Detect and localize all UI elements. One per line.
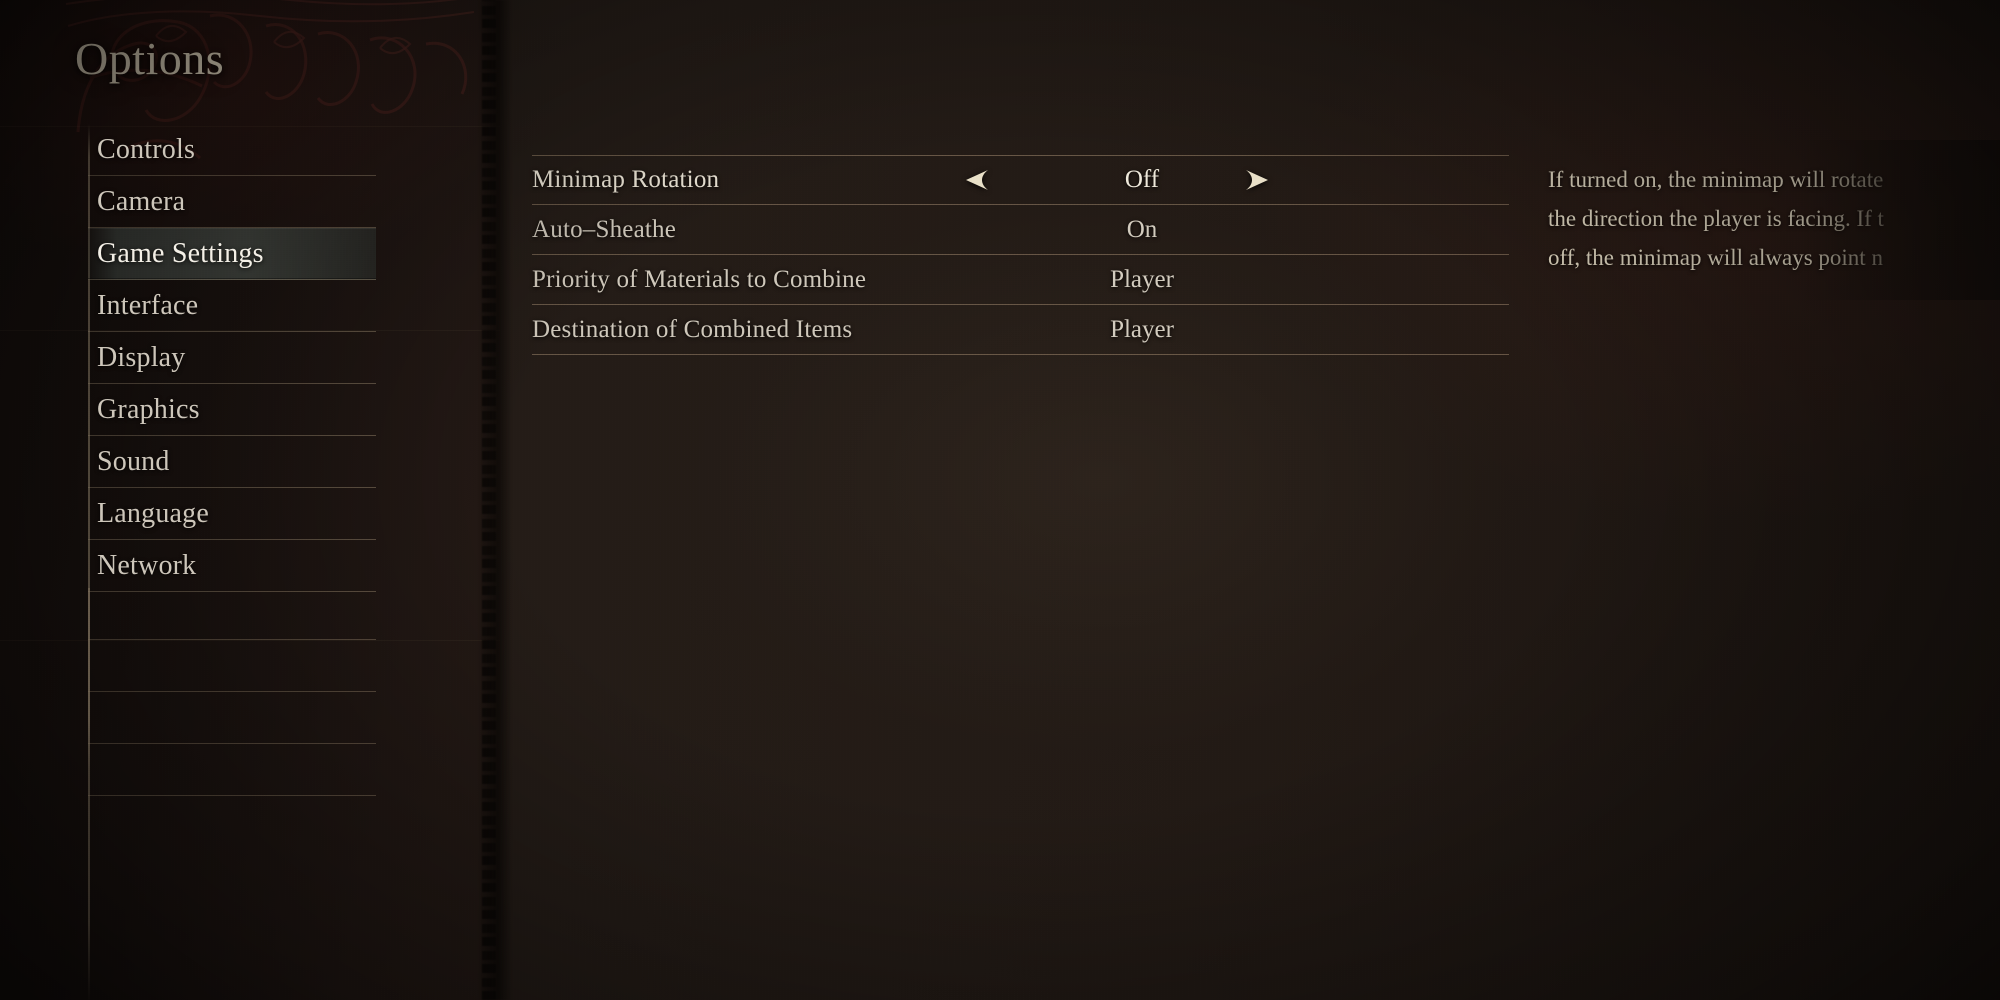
sidebar-empty-row (88, 588, 376, 640)
torn-parchment-edge (478, 0, 512, 1000)
sidebar-empty-rows (88, 588, 376, 796)
setting-value: Player (1110, 315, 1174, 343)
setting-row-priority-of-materials-to-combine[interactable]: Priority of Materials to Combine Player (532, 255, 1509, 305)
sidebar-empty-row (88, 692, 376, 744)
setting-label: Destination of Combined Items (532, 315, 853, 343)
options-screen: Options Controls Camera Game Settings In… (0, 0, 2000, 1000)
sidebar-empty-row (88, 640, 376, 692)
setting-row-auto-sheathe[interactable]: Auto–Sheathe On (532, 205, 1509, 255)
sidebar-item-label: Controls (97, 133, 196, 165)
sidebar-item-label: Network (97, 549, 197, 581)
sidebar-item-sound[interactable]: Sound (88, 436, 376, 488)
sidebar-item-network[interactable]: Network (88, 540, 376, 592)
sidebar-item-interface[interactable]: Interface (88, 280, 376, 332)
page-title: Options (75, 33, 225, 84)
setting-value: On (1126, 215, 1158, 243)
setting-label: Minimap Rotation (532, 166, 720, 193)
description-line: the direction the player is facing. If t (1548, 206, 1884, 231)
description-line: off, the minimap will always point n (1548, 245, 1883, 270)
sidebar-item-display[interactable]: Display (88, 332, 376, 384)
sidebar-item-label: Game Settings (97, 237, 264, 269)
sidebar-item-label: Sound (97, 445, 170, 477)
sidebar-item-language[interactable]: Language (88, 488, 376, 540)
setting-row-minimap-rotation[interactable]: Minimap Rotation Off (532, 155, 1509, 205)
sidebar-item-label: Language (97, 497, 209, 529)
sidebar-item-label: Graphics (97, 393, 200, 425)
setting-value: Player (1110, 265, 1174, 293)
sidebar-item-camera[interactable]: Camera (88, 176, 376, 228)
triangle-right-icon[interactable] (1244, 169, 1270, 191)
setting-value: Off (1124, 166, 1160, 193)
sidebar-item-controls[interactable]: Controls (88, 124, 376, 176)
settings-list: Minimap Rotation Off Auto–Sheathe On Pri… (532, 155, 1509, 355)
description-line: If turned on, the minimap will rotate (1548, 167, 1884, 192)
setting-label: Auto–Sheathe (532, 215, 677, 243)
sidebar-item-game-settings[interactable]: Game Settings (88, 228, 376, 280)
sidebar-item-label: Display (97, 341, 186, 373)
triangle-left-icon[interactable] (964, 169, 990, 191)
sidebar-item-graphics[interactable]: Graphics (88, 384, 376, 436)
sidebar-item-label: Camera (97, 185, 186, 217)
setting-description: If turned on, the minimap will rotate th… (1548, 160, 2000, 277)
setting-row-destination-of-combined-items[interactable]: Destination of Combined Items Player (532, 305, 1509, 355)
sidebar-item-label: Interface (97, 289, 199, 321)
sidebar-empty-row (88, 744, 376, 796)
setting-label: Priority of Materials to Combine (532, 265, 867, 293)
